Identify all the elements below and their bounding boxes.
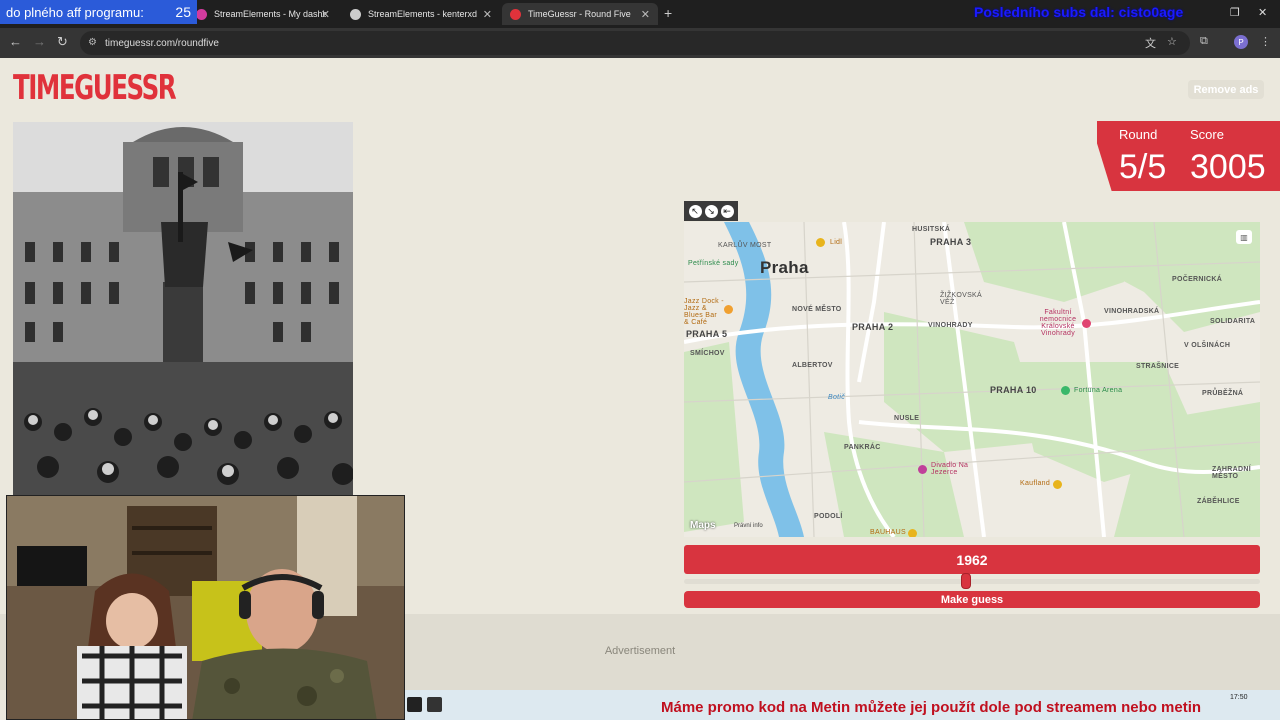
round-value: 5/5	[1119, 148, 1167, 186]
map-label-pocernicka: POČERNICKÁ	[1172, 276, 1223, 283]
map-label-praha2: PRAHA 2	[852, 322, 894, 332]
webcam-illustration	[7, 496, 404, 719]
close-window-icon[interactable]: ✕	[1258, 6, 1267, 19]
map-label-nove-mesto: NOVÉ MĚSTO	[792, 306, 842, 313]
close-icon[interactable]: ✕	[641, 8, 650, 21]
expand-map-icon[interactable]: ↖	[688, 204, 702, 218]
taskbar-clock[interactable]: 17:50	[1230, 694, 1248, 701]
legal-link[interactable]: Právní info	[734, 523, 763, 529]
map-pin-hospital[interactable]	[1082, 319, 1091, 328]
back-icon[interactable]: ←	[9, 34, 22, 49]
photo-illustration	[13, 122, 353, 496]
url-field[interactable]: ⚙ timeguessr.com/roundfive	[80, 31, 1190, 55]
map-toolbar: ↖ ↘ ⇤	[684, 201, 738, 221]
map-label-praha5: PRAHA 5	[686, 329, 728, 339]
map-pin-jazz-dock[interactable]	[724, 305, 733, 314]
map-label-zabehlice: ZÁBĚHLICE	[1197, 498, 1240, 505]
streamelements-icon	[196, 8, 207, 20]
make-guess-button[interactable]: Make guess	[684, 591, 1260, 608]
taskbar-app-icon[interactable]	[407, 697, 422, 712]
score-value: 3005	[1190, 148, 1266, 186]
tab-streamelements-dashboard[interactable]: StreamElements - My dashboard ✕	[188, 3, 338, 25]
map-pin-bauhaus[interactable]	[908, 529, 917, 537]
map-label-husitska: HUSITSKÁ	[912, 226, 951, 233]
map-label-nusle: NUSLE	[894, 415, 920, 422]
timeguessr-logo[interactable]: TIMEGUESSR	[13, 66, 177, 110]
year-slider-thumb[interactable]	[961, 573, 972, 589]
map-label-vinohrady: VINOHRADY	[928, 322, 973, 329]
score-label: Score	[1190, 127, 1224, 142]
map-label-karluv-most: KARLŮV MOST	[718, 242, 772, 249]
timeguessr-icon	[510, 8, 521, 20]
forward-icon[interactable]: →	[33, 34, 46, 49]
map-label-fakultni: Fakultní nemocnice Královské Vinohrady	[1039, 309, 1077, 337]
profile-avatar[interactable]: P	[1234, 35, 1248, 49]
map-label-solidarita: SOLIDARITA	[1210, 318, 1256, 325]
map-label-botic: Botič	[828, 394, 846, 401]
aff-overlay-count: 25	[175, 4, 191, 20]
address-bar: ← → ↻ ⚙ timeguessr.com/roundfive 文 ☆ ⧉ ⋮	[0, 28, 1280, 58]
round-label: Round	[1119, 127, 1158, 142]
streamelements-icon	[350, 8, 361, 20]
shrink-map-icon[interactable]: ↘	[704, 204, 718, 218]
tab-title: StreamElements - kenterxd	[368, 9, 478, 19]
map-label-lidl: Lidl	[830, 239, 843, 246]
apple-maps-logo: Maps	[690, 520, 716, 531]
remove-ads-button[interactable]: Remove ads	[1188, 80, 1264, 99]
map-label-fortuna: Fortuna Arena	[1074, 387, 1123, 394]
year-display: 1962	[684, 545, 1260, 574]
guess-map[interactable]: Praha PRAHA 3 PRAHA 2 PRAHA 5 PRAHA 10 N…	[684, 222, 1260, 537]
bookmark-star-icon[interactable]: ☆	[1167, 35, 1177, 48]
aff-overlay: do plného aff programu: 25	[0, 0, 197, 24]
taskbar-obs-icon[interactable]	[427, 697, 442, 712]
map-pin-kaufland[interactable]	[1053, 480, 1062, 489]
tab-title: StreamElements - My dashboard	[214, 9, 326, 19]
map-label-divadlo: Divadlo Na Jezerce	[931, 462, 969, 476]
site-info-icon[interactable]: ⚙	[88, 37, 97, 48]
reload-icon[interactable]: ↻	[57, 34, 68, 50]
webcam-overlay	[6, 495, 405, 720]
tab-title: TimeGuessr - Round Five	[528, 9, 631, 19]
close-icon[interactable]: ✕	[483, 8, 492, 21]
map-label-olsinach: V OLŠINÁCH	[1184, 342, 1231, 349]
close-icon[interactable]: ✕	[321, 8, 330, 21]
map-city-label: Praha	[760, 258, 809, 277]
year-slider-track[interactable]	[684, 579, 1260, 584]
map-label-vinohradska: VINOHRADSKÁ	[1104, 308, 1160, 315]
restore-icon[interactable]: ❐	[1230, 6, 1240, 19]
map-label-strasnice: STRAŠNICE	[1136, 363, 1180, 370]
pin-map-icon[interactable]: ⇤	[720, 204, 734, 218]
map-label-kaufland: Kaufland	[1020, 480, 1051, 487]
map-label-podoli: PODOLÍ	[814, 513, 843, 520]
map-label-praha10: PRAHA 10	[990, 385, 1037, 395]
historical-photo[interactable]	[13, 122, 353, 496]
new-tab-icon[interactable]: +	[664, 5, 672, 21]
url-text: timeguessr.com/roundfive	[105, 37, 219, 49]
map-label-pankrac: PANKRÁC	[844, 444, 881, 451]
map-label-praha3: PRAHA 3	[930, 237, 972, 247]
map-label-smichov: SMÍCHOV	[690, 350, 725, 357]
map-label-pruzna: PRŮBĚŽNÁ	[1202, 390, 1244, 397]
menu-kebab-icon[interactable]: ⋮	[1260, 35, 1271, 48]
stream-ticker: Máme promo kod na Metin můžete jej použí…	[661, 699, 1202, 716]
map-label-bauhaus: BAUHAUS	[870, 529, 906, 536]
map-label-zizkov: ŽIŽKOVSKÁ VĚŽ	[940, 292, 982, 306]
aff-overlay-text: do plného aff programu:	[6, 4, 144, 20]
map-label-petrin: Petřínské sady	[688, 260, 739, 267]
last-sub-overlay: Posledního subs dal: cisto0age	[974, 4, 1184, 20]
map-label-jazz-dock: Jazz Dock - Jazz & Blues Bar & Café	[684, 298, 724, 326]
tab-timeguessr[interactable]: TimeGuessr - Round Five ✕	[502, 3, 658, 25]
map-pin-divadlo[interactable]	[918, 465, 927, 474]
maps-brand-text: Maps	[690, 520, 716, 531]
map-label-albertov: ALBERTOV	[792, 362, 833, 369]
map-type-icon[interactable]: ▥	[1236, 230, 1252, 244]
tab-streamelements-kenterxd[interactable]: StreamElements - kenterxd ✕	[342, 3, 500, 25]
map-label-zahradni: ZAHRADNÍ MĚSTO	[1212, 466, 1251, 480]
translate-icon[interactable]: 文	[1145, 35, 1156, 51]
map-pin-lidl[interactable]	[816, 238, 825, 247]
extensions-icon[interactable]: ⧉	[1200, 35, 1208, 48]
map-pin-fortuna-arena[interactable]	[1061, 386, 1070, 395]
